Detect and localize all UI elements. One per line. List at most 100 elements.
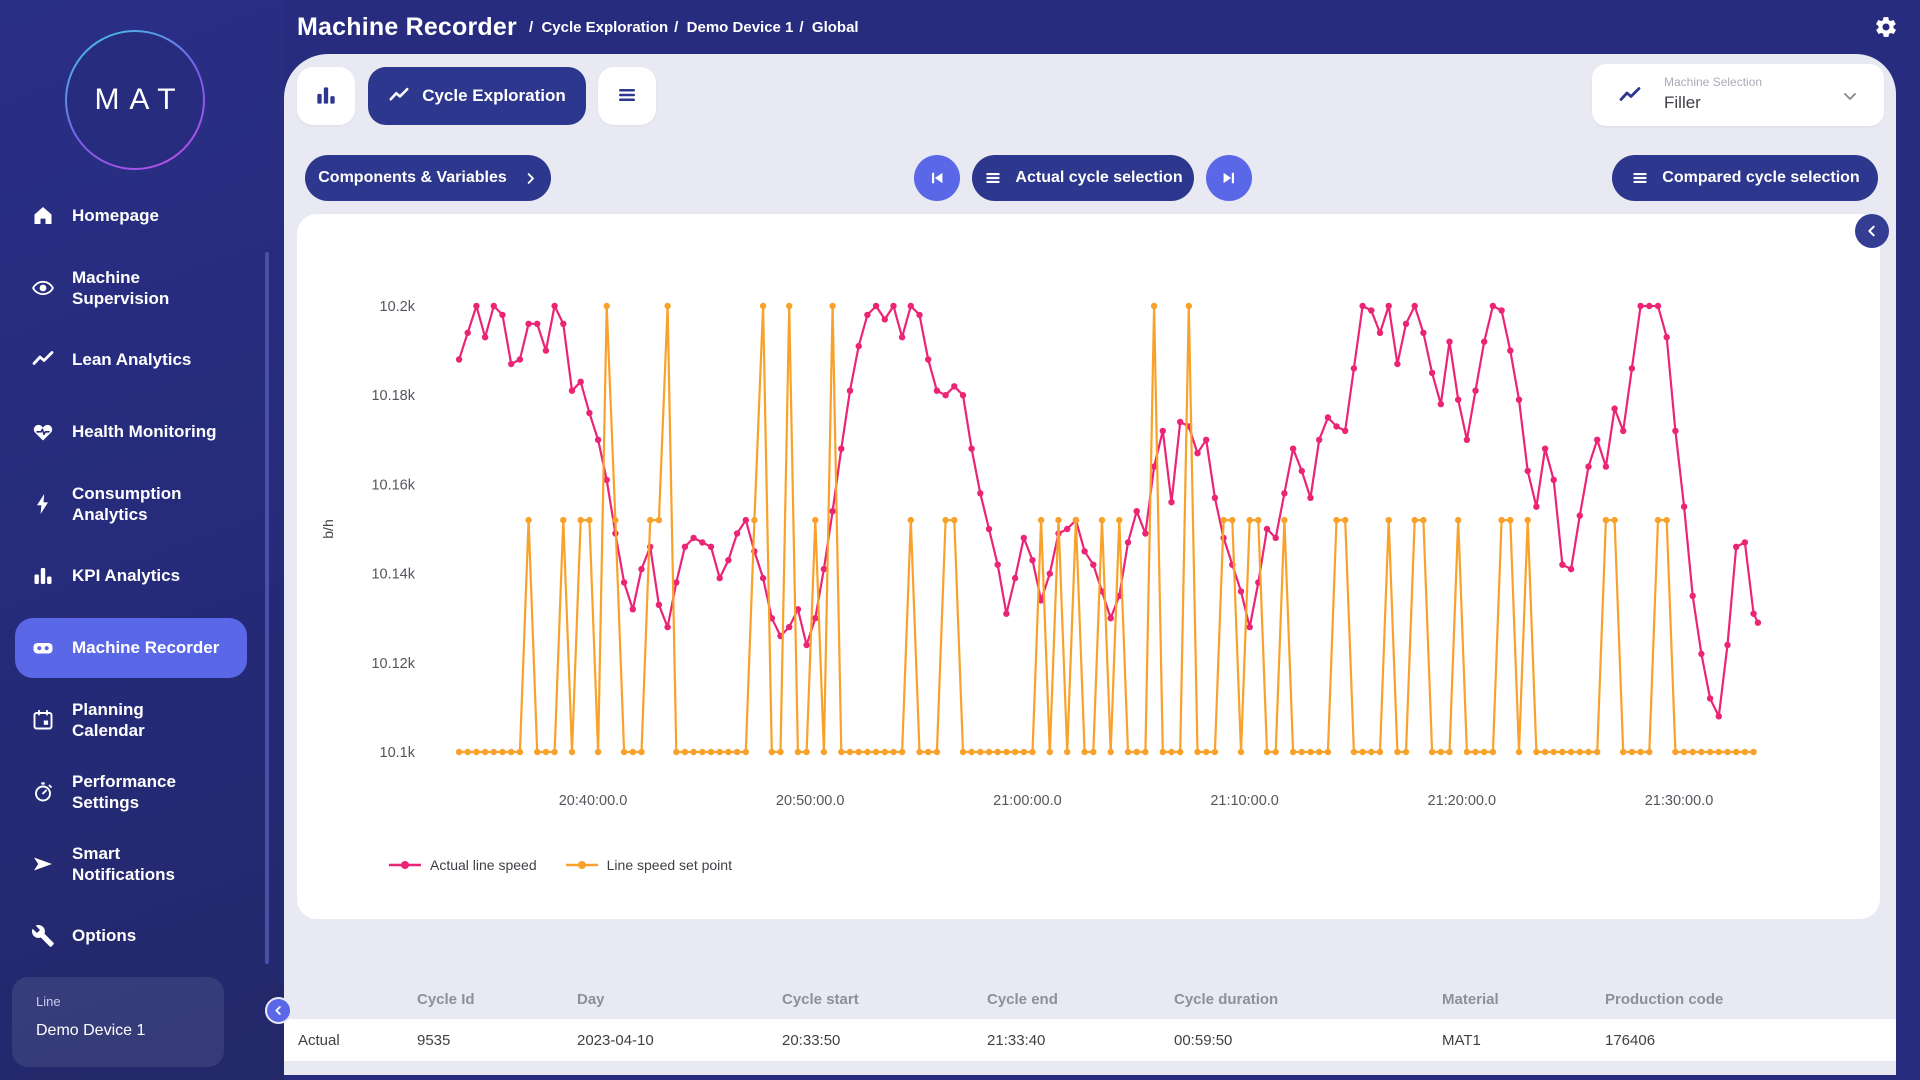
sidebar-item-machine-supervision[interactable]: Machine Supervision (0, 252, 284, 324)
cycle-exploration-button[interactable]: Cycle Exploration (368, 67, 586, 125)
line-selector-card[interactable]: Line Demo Device 1 (12, 977, 224, 1067)
sidebar: MAT Homepage Machine Supervision Lean Anal… (0, 0, 284, 1080)
sidebar-item-homepage[interactable]: Homepage (0, 180, 284, 252)
sidebar-item-label: Lean Analytics (72, 349, 242, 370)
sidebar-item-label: Health Monitoring (72, 421, 242, 442)
previous-cycle-button[interactable] (914, 155, 960, 201)
svg-text:21:30:00.0: 21:30:00.0 (1645, 793, 1714, 809)
chart-legend: Actual line speed Line speed set point (388, 857, 732, 873)
sidebar-item-label: Smart Notifications (72, 843, 242, 886)
components-variables-label: Components & Variables (318, 169, 507, 187)
table-header-cell: Cycle start (782, 991, 987, 1008)
hamburger-icon (1630, 168, 1650, 188)
machine-selection-value: Filler (1664, 93, 1701, 113)
sidebar-item-label: KPI Analytics (72, 565, 242, 586)
table-header-cell: Cycle duration (1174, 991, 1442, 1008)
sidebar-item-smart-notifications[interactable]: Smart Notifications (0, 828, 284, 900)
compared-cycle-selection-label: Compared cycle selection (1662, 169, 1859, 187)
svg-text:10.12k: 10.12k (371, 656, 415, 672)
table-cell: 00:59:50 (1174, 1032, 1442, 1049)
line-label: Line (36, 994, 61, 1009)
bolt-icon (31, 492, 55, 516)
wrench-icon (31, 924, 55, 948)
sidebar-collapse-button[interactable] (265, 997, 292, 1024)
svg-text:21:00:00.0: 21:00:00.0 (993, 793, 1062, 809)
components-variables-button[interactable]: Components & Variables (305, 155, 551, 201)
cycle-table: Cycle IdDayCycle startCycle endCycle dur… (284, 979, 1896, 1061)
svg-text:10.14k: 10.14k (371, 567, 415, 583)
sidebar-item-options[interactable]: Options (0, 900, 284, 972)
table-header-cell: Material (1442, 991, 1605, 1008)
next-cycle-button[interactable] (1206, 155, 1252, 201)
legend-marker-icon (388, 859, 422, 871)
sidebar-item-label: Planning Calendar (72, 699, 242, 742)
trend-icon (388, 85, 410, 107)
breadcrumb-item[interactable]: / Global (799, 19, 858, 36)
svg-text:10.16k: 10.16k (371, 477, 415, 493)
main-content: Cycle Exploration Machine Selection Fill… (284, 54, 1896, 1075)
machine-selection-label: Machine Selection (1664, 75, 1762, 89)
sidebar-item-lean-analytics[interactable]: Lean Analytics (0, 324, 284, 396)
legend-item-actual-line-speed[interactable]: Actual line speed (388, 857, 537, 873)
cycle-navigation-group: Actual cycle selection (914, 155, 1252, 201)
table-cell: 176406 (1605, 1032, 1896, 1049)
machine-selection-dropdown[interactable]: Machine Selection Filler (1592, 64, 1884, 126)
table-header-cell: Day (577, 991, 782, 1008)
table-header-cell: Cycle end (987, 991, 1174, 1008)
actual-cycle-selection-label: Actual cycle selection (1015, 169, 1182, 187)
svg-text:21:20:00.0: 21:20:00.0 (1428, 793, 1497, 809)
sidebar-item-label: Machine Recorder (72, 637, 242, 658)
sidebar-item-kpi-analytics[interactable]: KPI Analytics (0, 540, 284, 612)
chart-collapse-button[interactable] (1855, 214, 1889, 248)
breadcrumb-item[interactable]: / Cycle Exploration (529, 19, 668, 36)
sidebar-item-label: Homepage (72, 205, 242, 226)
table-cell: 9535 (417, 1032, 577, 1049)
hamburger-icon (983, 168, 1003, 188)
table-row-label: Actual (284, 1032, 417, 1049)
settings-gear-icon[interactable] (1874, 15, 1898, 39)
hamburger-icon (615, 83, 639, 110)
trend-icon (1618, 84, 1642, 108)
table-header-cell: Cycle Id (417, 991, 577, 1008)
breadcrumb-item[interactable]: / Demo Device 1 (674, 19, 793, 36)
svg-text:10.2k: 10.2k (380, 299, 416, 315)
eye-icon (31, 276, 55, 300)
sidebar-item-health-monitoring[interactable]: Health Monitoring (0, 396, 284, 468)
sidebar-scrollbar[interactable] (265, 252, 269, 964)
bar-chart-icon (31, 564, 55, 588)
compared-cycle-selection-button[interactable]: Compared cycle selection (1612, 155, 1878, 201)
sidebar-nav: Homepage Machine Supervision Lean Analytic… (0, 180, 284, 972)
sidebar-item-machine-recorder[interactable]: Machine Recorder (0, 612, 284, 684)
svg-text:21:10:00.0: 21:10:00.0 (1210, 793, 1279, 809)
skip-previous-icon (927, 168, 947, 188)
svg-text:10.18k: 10.18k (371, 388, 415, 404)
trend-icon (31, 348, 55, 372)
table-cell: MAT1 (1442, 1032, 1605, 1049)
sidebar-item-label: Performance Settings (72, 771, 242, 814)
chevron-right-icon (523, 171, 538, 186)
actual-cycle-selection-button[interactable]: Actual cycle selection (972, 155, 1194, 201)
table-header-row: Cycle IdDayCycle startCycle endCycle dur… (284, 979, 1896, 1019)
sidebar-item-label: Options (72, 925, 242, 946)
stopwatch-icon (31, 780, 55, 804)
table-header-cell: Production code (1605, 991, 1896, 1008)
sidebar-item-planning-calendar[interactable]: Planning Calendar (0, 684, 284, 756)
legend-label: Actual line speed (430, 857, 537, 873)
recorder-icon (31, 636, 55, 660)
sidebar-item-label: Consumption Analytics (72, 483, 242, 526)
top-bar: Machine Recorder / Cycle Exploration/ De… (284, 0, 1920, 54)
home-icon (31, 204, 55, 228)
legend-item-line-speed-set-point[interactable]: Line speed set point (565, 857, 732, 873)
chevron-left-icon (1864, 223, 1880, 239)
table-row: Actual95352023-04-1020:33:5021:33:4000:5… (284, 1019, 1896, 1061)
chart-card: 10.2k10.18k10.16k10.14k10.12k10.1kb/h20:… (297, 214, 1880, 919)
menu-button[interactable] (598, 67, 656, 125)
table-cell: 21:33:40 (987, 1032, 1174, 1049)
app-logo: MAT (65, 30, 205, 170)
chart-view-button[interactable] (297, 67, 355, 125)
table-cell: 2023-04-10 (577, 1032, 782, 1049)
sidebar-item-consumption-analytics[interactable]: Consumption Analytics (0, 468, 284, 540)
sidebar-item-performance-settings[interactable]: Performance Settings (0, 756, 284, 828)
line-chart: 10.2k10.18k10.16k10.14k10.12k10.1kb/h20:… (297, 214, 1880, 919)
svg-text:b/h: b/h (320, 519, 336, 538)
